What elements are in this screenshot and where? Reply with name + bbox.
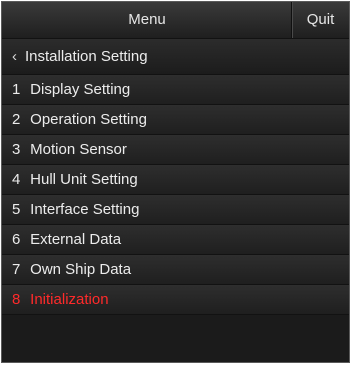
menu-item-motion-sensor[interactable]: 3 Motion Sensor: [2, 134, 349, 164]
menu-item-number: 6: [12, 231, 21, 248]
menu-item-number: 5: [12, 201, 21, 218]
menu-item-number: 1: [12, 81, 21, 98]
menu-item-label: Hull Unit Setting: [30, 171, 138, 188]
menu-item-label: Motion Sensor: [30, 141, 127, 158]
breadcrumb-label: Installation Setting: [25, 48, 148, 65]
menu-item-label: External Data: [30, 231, 122, 248]
quit-button[interactable]: Quit: [291, 2, 349, 38]
menu-item-display-setting[interactable]: 1 Display Setting: [2, 74, 349, 104]
menu-item-number: 7: [12, 261, 21, 278]
menu-list: 1 Display Setting 2 Operation Setting 3 …: [2, 74, 349, 360]
menu-item-number: 4: [12, 171, 21, 188]
menu-item-label: Operation Setting: [30, 111, 147, 128]
menu-item-interface-setting[interactable]: 5 Interface Setting: [2, 194, 349, 224]
chevron-left-icon: ‹: [12, 48, 17, 65]
menu-item-label: Initialization: [30, 291, 109, 308]
menu-window: Menu Quit ‹ Installation Setting 1 Displ…: [1, 1, 350, 363]
menu-item-number: 3: [12, 141, 21, 158]
menu-item-external-data[interactable]: 6 External Data: [2, 224, 349, 254]
menu-title: Menu: [128, 11, 166, 28]
menu-item-operation-setting[interactable]: 2 Operation Setting: [2, 104, 349, 134]
menu-item-number: 2: [12, 111, 21, 128]
menu-item-initialization[interactable]: 8 Initialization: [2, 284, 349, 314]
menu-item-empty: [2, 314, 349, 360]
back-to-installation-setting[interactable]: ‹ Installation Setting: [2, 38, 349, 74]
menu-item-label: Interface Setting: [30, 201, 140, 218]
menu-item-label: Display Setting: [30, 81, 131, 98]
menu-item-hull-unit-setting[interactable]: 4 Hull Unit Setting: [2, 164, 349, 194]
menu-item-number: 8: [12, 291, 21, 308]
menu-item-own-ship-data[interactable]: 7 Own Ship Data: [2, 254, 349, 284]
menu-item-label: Own Ship Data: [30, 261, 132, 278]
menu-header: Menu Quit: [2, 2, 349, 38]
